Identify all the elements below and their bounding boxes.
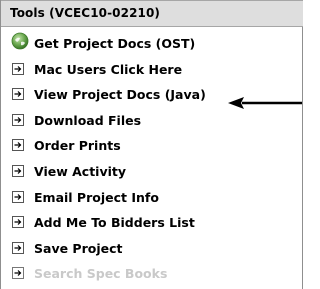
menu-item-label: Search Spec Books (34, 266, 168, 282)
menu-item-label: Save Project (34, 240, 123, 256)
arrow-box-icon (12, 267, 24, 280)
menu-item-email-project-info[interactable]: Email Project Info (1, 187, 301, 213)
menu-item-label: Email Project Info (34, 189, 159, 205)
arrow-box-icon (12, 241, 24, 254)
menu-item-add-to-bidders-list[interactable]: Add Me To Bidders List (1, 212, 301, 238)
globe-icon (11, 32, 29, 50)
arrow-box-icon (12, 164, 24, 177)
menu-item-order-prints[interactable]: Order Prints (1, 135, 301, 161)
tools-header-title: Tools (VCEC10-02210) (10, 6, 161, 20)
arrow-box-icon (12, 139, 24, 152)
arrow-box-icon (12, 190, 24, 203)
menu-item-label: Order Prints (34, 138, 121, 154)
menu-item-label: View Project Docs (Java) (34, 87, 206, 103)
arrow-box-icon (12, 88, 24, 101)
menu-item-view-activity[interactable]: View Activity (1, 161, 301, 187)
menu-item-save-project[interactable]: Save Project (1, 238, 301, 264)
menu-item-search-spec-books: Search Spec Books (1, 263, 301, 289)
menu-item-label: Get Project Docs (OST) (34, 36, 196, 51)
arrow-box-icon (12, 62, 24, 75)
menu-item-label: Mac Users Click Here (34, 61, 183, 77)
arrow-box-icon (12, 216, 24, 229)
menu-item-download-files[interactable]: Download Files (1, 110, 301, 136)
menu-item-get-project-docs-ost[interactable]: Get Project Docs (OST) (1, 32, 301, 59)
tools-header: Tools (VCEC10-02210) (1, 0, 303, 27)
menu-item-label: View Activity (34, 163, 127, 179)
pointer-arrow-icon (228, 97, 302, 109)
tools-panel: Tools (VCEC10-02210) Get Project Docs (O… (0, 0, 303, 289)
tools-menu: Get Project Docs (OST) Mac Users Click H… (1, 32, 301, 289)
menu-item-label: Download Files (34, 112, 142, 128)
arrow-box-icon (12, 113, 24, 126)
menu-item-mac-users[interactable]: Mac Users Click Here (1, 59, 301, 85)
menu-item-label: Add Me To Bidders List (34, 215, 195, 231)
